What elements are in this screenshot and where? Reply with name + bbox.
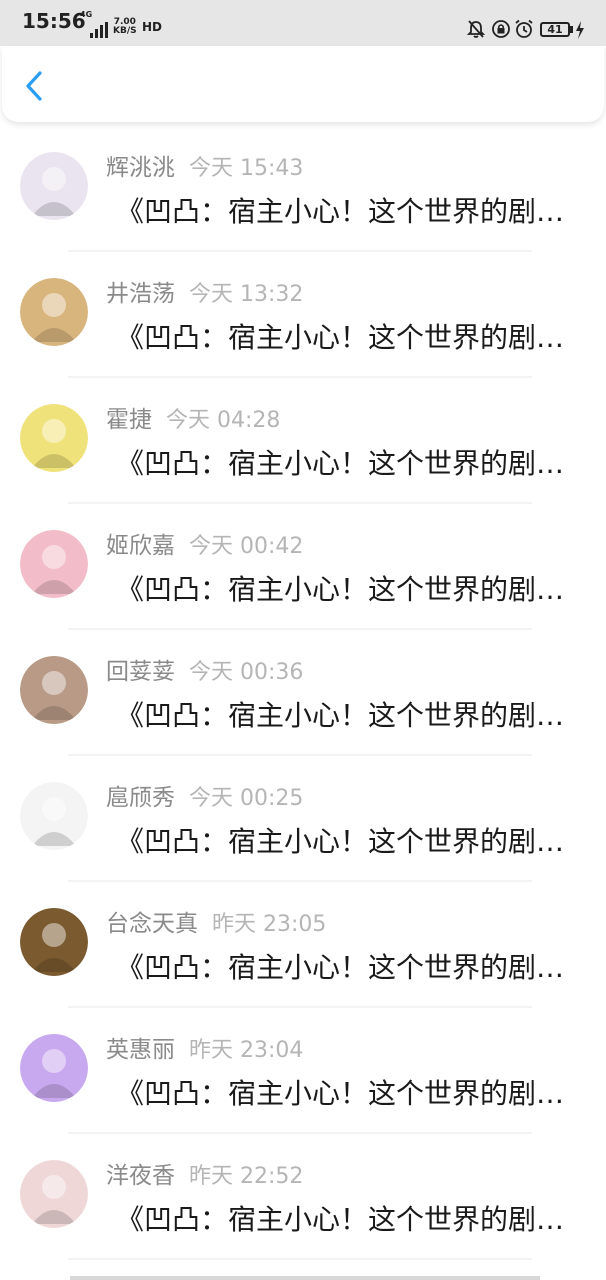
message-row[interactable]: 扈颀秀今天 00:25 《凹凸：宿主小心！这个世界的剧情已经崩坏》	[0, 756, 606, 882]
status-time: 15:56	[22, 9, 86, 33]
message-time: 今天 00:36	[189, 660, 304, 685]
message-time: 今天 00:25	[189, 786, 304, 811]
message-row[interactable]: 姬欣嘉今天 00:42 《凹凸：宿主小心！这个世界的剧情已经崩坏》	[0, 504, 606, 630]
sender-line: 霍捷 今天 04:28	[106, 400, 280, 434]
message-time: 昨天 23:04	[189, 1038, 304, 1063]
sender-name: 扈颀秀	[106, 785, 175, 811]
sender-name: 姬欣嘉	[106, 533, 175, 559]
message-preview: 《凹凸：宿主小心！这个世界的剧情已经崩坏》	[116, 699, 586, 732]
message-row[interactable]: 霍捷今天 04:28 《凹凸：宿主小心！这个世界的剧情已经崩坏》	[0, 378, 606, 504]
top-nav-bar	[2, 46, 604, 122]
battery-icon: 41	[540, 22, 570, 37]
sender-line: 洋夜香 昨天 22:52	[106, 1156, 303, 1190]
avatar[interactable]	[20, 530, 88, 598]
message-time: 今天 04:28	[166, 408, 281, 433]
battery-tip	[570, 26, 573, 33]
message-time: 今天 15:43	[189, 156, 304, 181]
sender-name: 英惠丽	[106, 1037, 175, 1063]
sender-line: 扈颀秀 今天 00:25	[106, 778, 303, 812]
sender-line: 英惠丽 昨天 23:04	[106, 1030, 303, 1064]
lock-rotation-icon	[492, 20, 510, 38]
message-row[interactable]: 英惠丽昨天 23:04 《凹凸：宿主小心！这个世界的剧情已经崩坏》	[0, 1008, 606, 1134]
sender-line: 井浩荡 今天 13:32	[106, 274, 303, 308]
message-row[interactable]: 井浩荡今天 13:32 《凹凸：宿主小心！这个世界的剧情已经崩坏》	[0, 252, 606, 378]
avatar[interactable]	[20, 908, 88, 976]
message-preview: 《凹凸：宿主小心！这个世界的剧情已经崩坏》	[116, 825, 586, 858]
network-speed: 7.00 KB/S	[113, 18, 137, 36]
avatar[interactable]	[20, 152, 88, 220]
alarm-icon	[515, 19, 533, 38]
sender-line: 回荽荽 今天 00:36	[106, 652, 303, 686]
sender-name: 霍捷	[106, 407, 152, 433]
message-time: 今天 13:32	[189, 282, 304, 307]
status-bar: 15:56 4G 7.00 KB/S HD 41	[0, 0, 606, 46]
network-type: 4G	[80, 10, 93, 19]
hd-badge: HD	[142, 20, 163, 34]
message-preview: 《凹凸：宿主小心！这个世界的剧情已经崩坏》	[116, 195, 586, 228]
message-preview: 《凹凸：宿主小心！这个世界的剧情已经崩坏》	[116, 951, 586, 984]
avatar[interactable]	[20, 782, 88, 850]
message-row[interactable]: 台念天真昨天 23:05 《凹凸：宿主小心！这个世界的剧情已经崩坏》	[0, 882, 606, 1008]
sender-name: 台念天真	[106, 911, 198, 937]
sender-line: 辉洮洮 今天 15:43	[106, 148, 303, 182]
signal-icon	[90, 22, 108, 38]
back-button[interactable]	[20, 70, 48, 102]
sender-line: 台念天真 昨天 23:05	[106, 904, 326, 938]
message-row[interactable]: 洋夜香昨天 22:52 《凹凸：宿主小心！这个世界的剧情已经崩坏》	[0, 1134, 606, 1260]
message-preview: 《凹凸：宿主小心！这个世界的剧情已经崩坏》	[116, 573, 586, 606]
speed-unit: KB/S	[113, 26, 137, 36]
message-row[interactable]: 辉洮洮今天 15:43 《凹凸：宿主小心！这个世界的剧情已经崩坏》	[0, 126, 606, 252]
message-time: 昨天 23:05	[212, 912, 327, 937]
sender-name: 辉洮洮	[106, 155, 175, 181]
avatar[interactable]	[20, 278, 88, 346]
message-preview: 《凹凸：宿主小心！这个世界的剧情已经崩坏》	[116, 1203, 586, 1236]
message-row[interactable]: 回荽荽今天 00:36 《凹凸：宿主小心！这个世界的剧情已经崩坏》	[0, 630, 606, 756]
message-time: 今天 00:42	[189, 534, 304, 559]
bell-off-icon	[466, 20, 486, 38]
message-preview: 《凹凸：宿主小心！这个世界的剧情已经崩坏》	[116, 447, 586, 480]
sender-name: 井浩荡	[106, 281, 175, 307]
avatar[interactable]	[20, 1160, 88, 1228]
bottom-edge	[70, 1276, 540, 1280]
message-preview: 《凹凸：宿主小心！这个世界的剧情已经崩坏》	[116, 1077, 586, 1110]
charging-icon	[576, 21, 584, 39]
sender-line: 姬欣嘉 今天 00:42	[106, 526, 303, 560]
avatar[interactable]	[20, 404, 88, 472]
avatar[interactable]	[20, 656, 88, 724]
avatar[interactable]	[20, 1034, 88, 1102]
sender-name: 洋夜香	[106, 1163, 175, 1189]
message-time: 昨天 22:52	[189, 1164, 304, 1189]
sender-name: 回荽荽	[106, 659, 175, 685]
message-preview: 《凹凸：宿主小心！这个世界的剧情已经崩坏》	[116, 321, 586, 354]
divider	[68, 1258, 532, 1260]
